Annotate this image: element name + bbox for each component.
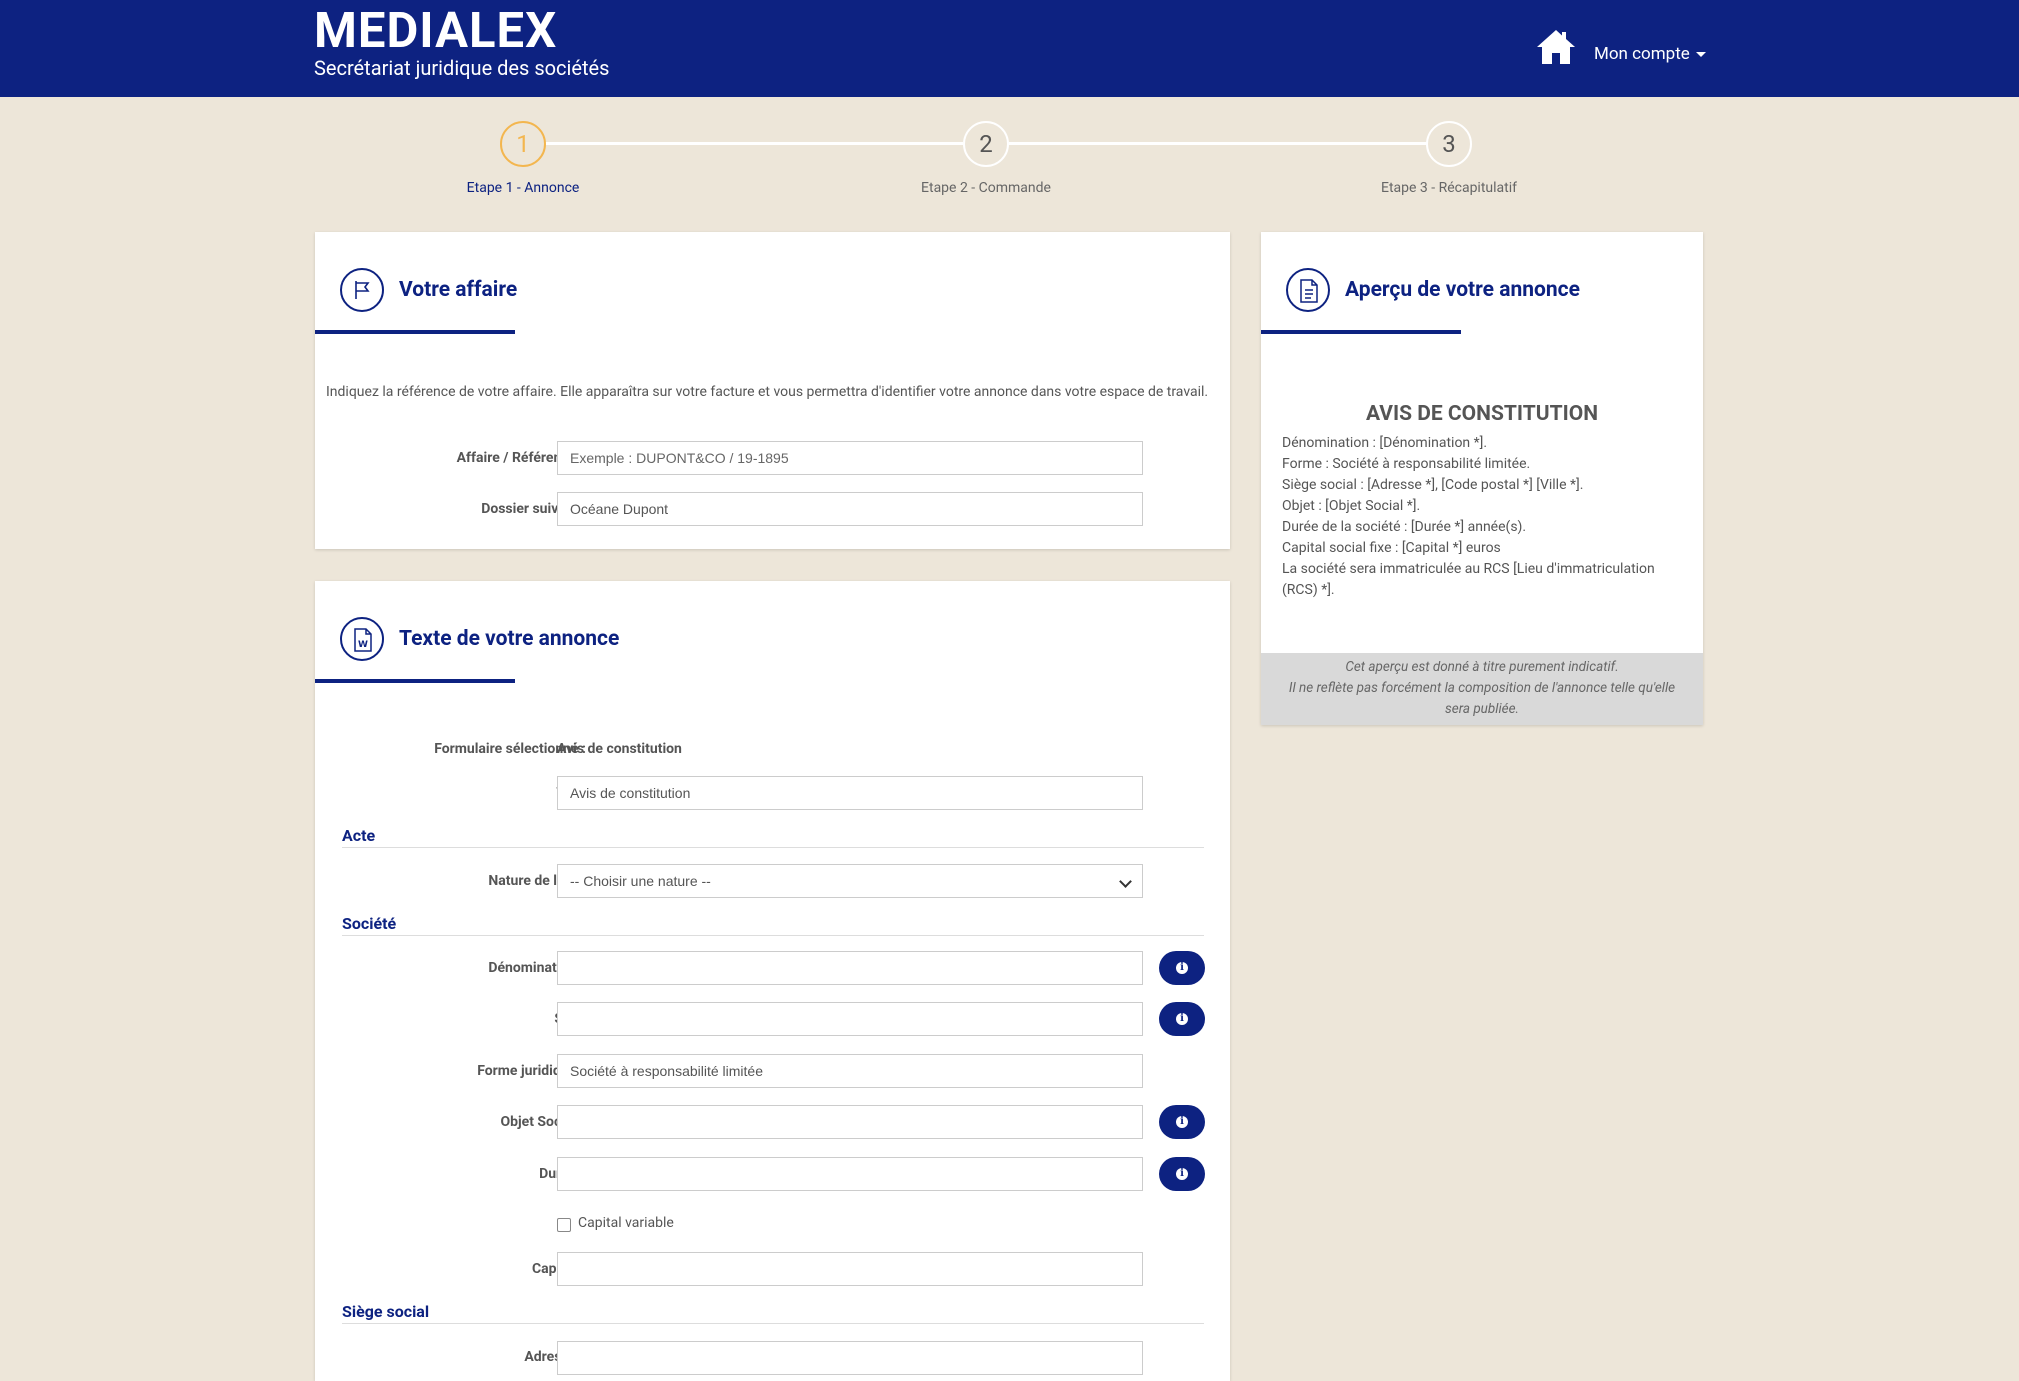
svg-text:W: W — [358, 640, 368, 650]
section-societe: Société — [342, 914, 397, 933]
adresse-input[interactable] — [557, 1341, 1143, 1375]
home-icon[interactable] — [1535, 28, 1577, 66]
apercu-panel: Aperçu de votre annonce AVIS DE CONSTITU… — [1261, 232, 1703, 725]
preview-line: Capital social fixe : [Capital *] euros — [1282, 540, 1501, 556]
account-menu[interactable]: Mon compte — [1594, 44, 1706, 64]
objet-label: Objet Social * — [500, 1114, 586, 1130]
step-1-label: Etape 1 - Annonce — [466, 180, 580, 196]
denomination-label: Dénomination * — [488, 960, 586, 976]
preview-line: Siège social : [Adresse *], [Code postal… — [1282, 477, 1584, 493]
nature-selected: -- Choisir une nature -- — [570, 873, 711, 889]
affaire-ref-input[interactable]: Exemple : DUPONT&CO / 19-1895 — [557, 441, 1143, 475]
nature-select[interactable]: -- Choisir une nature -- — [557, 864, 1143, 898]
account-label: Mon compte — [1594, 44, 1690, 64]
info-icon: i — [1176, 962, 1188, 974]
step-1-circle: 1 — [500, 121, 546, 167]
sigle-input[interactable] — [557, 1002, 1143, 1036]
title-underline — [315, 330, 515, 334]
title-underline — [315, 679, 515, 683]
capital-label: Capital * — [531, 1261, 586, 1277]
brand-tagline: Secrétariat juridique des sociétés — [314, 56, 610, 80]
capital-input[interactable] — [557, 1252, 1143, 1286]
apercu-title: Aperçu de votre annonce — [1345, 278, 1580, 302]
word-document-icon: W — [340, 617, 384, 661]
step-2-label: Etape 2 - Commande — [921, 180, 1051, 196]
nature-label: Nature de l'acte — [488, 873, 586, 889]
chevron-down-icon — [1119, 875, 1132, 888]
dossier-label: Dossier suivi par — [481, 501, 586, 517]
step-2-circle: 2 — [963, 121, 1009, 167]
brand-name: MEDIALEX — [314, 2, 558, 59]
section-acte: Acte — [342, 826, 376, 845]
texte-title: Texte de votre annonce — [399, 627, 620, 651]
titre-label: Titre — [336, 785, 586, 801]
denomination-input[interactable] — [557, 951, 1143, 985]
step-connector — [1009, 142, 1427, 145]
affaire-ref-label: Affaire / Référence * — [456, 450, 586, 466]
step-3-circle: 3 — [1426, 121, 1472, 167]
section-divider — [342, 847, 1204, 848]
affaire-intro: Indiquez la référence de votre affaire. … — [326, 384, 1209, 400]
texte-panel: W Texte de votre annonce Formulaire séle… — [315, 581, 1230, 1381]
flag-icon — [340, 268, 384, 312]
duree-info-button[interactable]: i — [1159, 1157, 1205, 1191]
section-divider — [342, 1323, 1204, 1324]
info-icon: i — [1176, 1168, 1188, 1180]
forme-label: Forme juridique * — [477, 1063, 586, 1079]
preview-line: La société sera immatriculée au RCS [Lie… — [1282, 561, 1655, 598]
preview-line: Forme : Société à responsabilité limitée… — [1282, 456, 1531, 472]
formulaire-value: Avis de constitution — [557, 741, 682, 757]
objet-info-button[interactable]: i — [1159, 1105, 1205, 1139]
step-3-label: Etape 3 - Récapitulatif — [1380, 180, 1518, 196]
titre-input[interactable]: Avis de constitution — [557, 776, 1143, 810]
step-connector — [545, 142, 963, 145]
affaire-title: Votre affaire — [399, 278, 518, 302]
sigle-label: Sigle — [336, 1011, 586, 1027]
objet-input[interactable] — [557, 1105, 1143, 1139]
document-icon — [1286, 268, 1330, 312]
capital-variable-label: Capital variable — [578, 1215, 674, 1231]
affaire-panel: Votre affaire Indiquez la référence de v… — [315, 232, 1230, 549]
section-divider — [342, 935, 1204, 936]
preview-line: Objet : [Objet Social *]. — [1282, 498, 1421, 514]
denomination-info-button[interactable]: i — [1159, 951, 1205, 985]
preview-heading: AVIS DE CONSTITUTION — [1365, 402, 1599, 426]
info-icon: i — [1176, 1013, 1188, 1025]
duree-label: Durée * — [336, 1166, 586, 1182]
brand-logo[interactable]: MEDIALEX Secrétariat juridique des socié… — [314, 6, 609, 78]
duree-input[interactable] — [557, 1157, 1143, 1191]
formulaire-label: Formulaire sélectionné : — [434, 741, 586, 757]
title-underline — [1261, 330, 1461, 334]
preview-line: Durée de la société : [Durée *] année(s)… — [1282, 519, 1527, 535]
dossier-input[interactable]: Océane Dupont — [557, 492, 1143, 526]
disclaimer-line: Cet aperçu est donné à titre purement in… — [1345, 659, 1619, 675]
section-siege: Siège social — [342, 1302, 430, 1321]
forme-input[interactable]: Société à responsabilité limitée — [557, 1054, 1143, 1088]
preview-disclaimer: Cet aperçu est donné à titre purement in… — [1261, 653, 1703, 725]
capital-variable-checkbox[interactable] — [557, 1218, 571, 1232]
caret-down-icon — [1695, 52, 1706, 58]
sigle-info-button[interactable]: i — [1159, 1002, 1205, 1036]
preview-line: Dénomination : [Dénomination *]. — [1282, 435, 1488, 451]
adresse-label: Adresse * — [524, 1349, 586, 1365]
info-icon: i — [1176, 1116, 1188, 1128]
preview-body: Dénomination : [Dénomination *]. Forme :… — [1282, 433, 1687, 601]
top-navbar: MEDIALEX Secrétariat juridique des socié… — [0, 0, 2019, 97]
disclaimer-line: Il ne reflète pas forcément la compositi… — [1288, 680, 1676, 717]
